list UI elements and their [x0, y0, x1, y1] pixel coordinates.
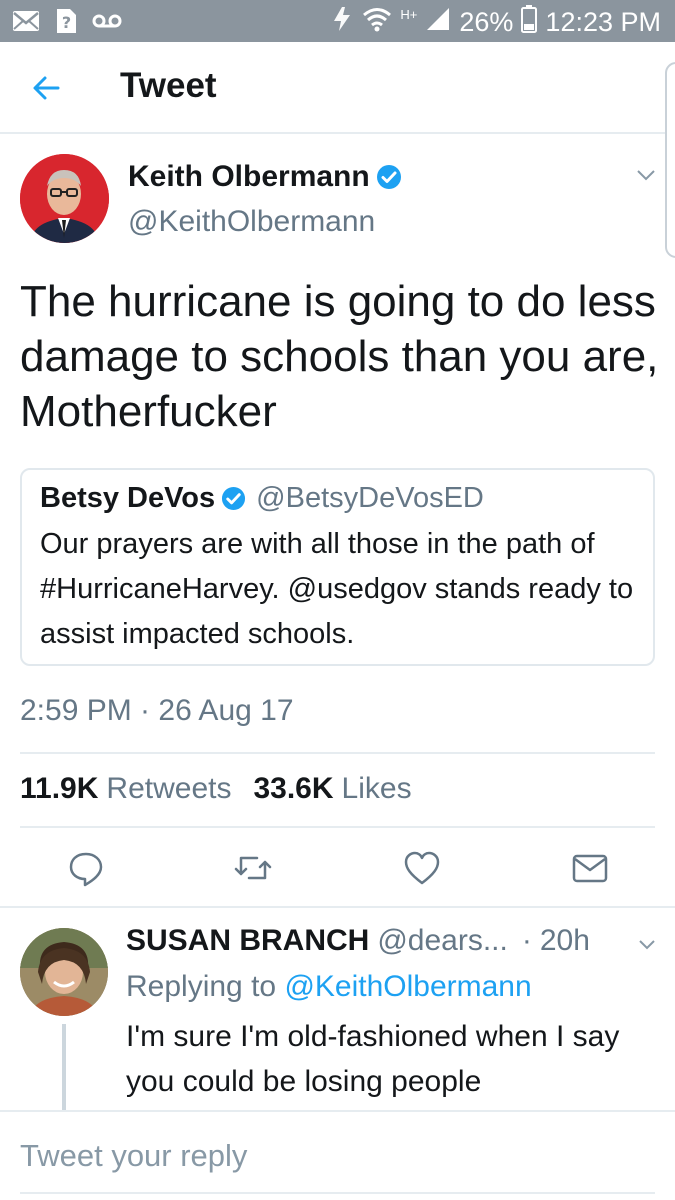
author-name[interactable]: Keith Olbermann	[128, 160, 370, 194]
tweet-timestamp: 2:59 PM · 26 Aug 17	[20, 694, 294, 727]
status-time: 12:23 PM	[545, 7, 661, 37]
author-name-row[interactable]: Keith Olbermann	[128, 160, 402, 194]
replying-to-prefix: Replying to	[126, 970, 277, 1003]
reply-author-avatar[interactable]	[20, 928, 108, 1016]
author-handle[interactable]: @KeithOlbermann	[128, 205, 375, 239]
retweets-label[interactable]: Retweets	[106, 772, 231, 806]
divider	[20, 826, 655, 828]
quoted-author-handle: @BetsyDeVosED	[256, 482, 484, 514]
quoted-tweet-header: Betsy DeVos @BetsyDeVosED	[40, 482, 484, 515]
quoted-tweet-text: Our prayers are with all those in the pa…	[40, 528, 634, 650]
chevron-down-icon[interactable]	[636, 168, 656, 182]
retweets-count[interactable]: 11.9K	[20, 772, 98, 806]
reply-header: SUSAN BRANCH @dears... · 20h	[126, 924, 590, 958]
direct-message-icon[interactable]	[570, 848, 610, 888]
status-bar-left-icons: ?	[12, 8, 122, 39]
verified-badge-icon	[221, 486, 246, 511]
page-title: Tweet	[120, 66, 217, 105]
battery-icon	[521, 5, 538, 40]
section-divider	[0, 906, 675, 908]
author-avatar[interactable]	[20, 154, 109, 243]
network-type-label: H+	[400, 7, 418, 22]
wifi-icon	[362, 6, 392, 39]
edge-panel-handle[interactable]	[665, 62, 675, 258]
divider	[20, 752, 655, 754]
mail-icon	[12, 10, 40, 37]
svg-text:?: ?	[62, 13, 71, 32]
thread-connector-line	[62, 1024, 66, 1110]
retweet-icon[interactable]	[233, 848, 273, 888]
quoted-author-name: Betsy DeVos	[40, 482, 216, 514]
status-bar: ? H+ 26% 12:23 PM	[0, 0, 675, 42]
unknown-app-icon: ?	[54, 8, 78, 39]
reply-separator: ·	[521, 924, 532, 957]
reply-input-underline	[20, 1192, 655, 1194]
likes-count[interactable]: 33.6K	[253, 772, 333, 806]
reply-author-name[interactable]: SUSAN BRANCH	[126, 924, 369, 958]
reply-time: 20h	[539, 924, 590, 957]
likes-label[interactable]: Likes	[342, 772, 412, 806]
tweet-stats: 11.9K Retweets 33.6K Likes	[20, 772, 426, 806]
verified-badge-icon	[376, 164, 402, 190]
data-saver-icon	[330, 5, 354, 40]
battery-percent: 26%	[459, 7, 514, 37]
voicemail-icon	[92, 13, 122, 34]
app-header: Tweet	[0, 42, 675, 134]
reply-input[interactable]	[20, 1138, 650, 1174]
back-arrow-icon[interactable]	[28, 70, 64, 106]
tweet-text: The hurricane is going to do less damage…	[20, 277, 659, 436]
replying-to-line: Replying to @KeithOlbermann	[126, 970, 532, 1004]
replying-to-mention[interactable]: @KeithOlbermann	[284, 970, 531, 1003]
status-bar-right: H+ 26% 12:23 PM	[330, 5, 661, 40]
reply-composer	[0, 1110, 675, 1200]
like-icon[interactable]	[402, 848, 442, 888]
reply-author-handle[interactable]: @dears...	[377, 924, 508, 958]
reply-icon[interactable]	[66, 848, 106, 888]
quoted-tweet-card[interactable]: Betsy DeVos @BetsyDeVosED Our prayers ar…	[20, 468, 655, 666]
chevron-down-icon[interactable]	[638, 938, 656, 950]
signal-icon	[425, 6, 451, 39]
reply-text: I'm sure I'm old-fashioned when I say yo…	[126, 1020, 620, 1098]
